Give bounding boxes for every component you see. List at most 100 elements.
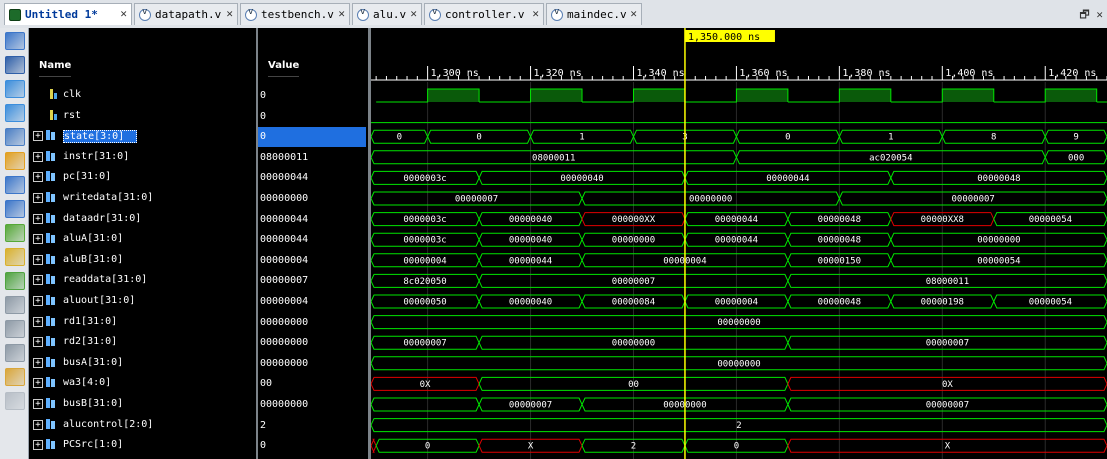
expand-icon[interactable]: +: [33, 193, 43, 203]
window-controls[interactable]: 🗗 ✕: [1079, 6, 1103, 25]
wave-trace-writedata[interactable]: 00000007 00000000 00000007: [371, 191, 1107, 206]
wave-trace-clk[interactable]: [376, 88, 1107, 103]
signal-row-state[interactable]: + state[3:0]: [29, 127, 256, 147]
bus-value-label: 00000084: [612, 298, 655, 308]
expand-icon[interactable]: +: [33, 357, 43, 368]
signal-row-wa3[interactable]: + wa3[4:0]: [29, 374, 256, 394]
wave-trace-alua[interactable]: 0000003c 00000040 00000000 00000044 00000048…: [371, 232, 1107, 247]
wave-trace-instr[interactable]: 08000011 ac020054 000: [371, 150, 1107, 165]
close-icon[interactable]: ✕: [532, 7, 539, 20]
close-icon[interactable]: ✕: [226, 7, 233, 20]
next-transition-icon[interactable]: [5, 248, 25, 266]
close-icon[interactable]: ✕: [630, 7, 637, 20]
wave-trace-rd2[interactable]: 00000007 00000000 00000007: [371, 335, 1107, 350]
wave-trace-aluout[interactable]: 00000050 00000040 00000084 00000004 00000048…: [371, 294, 1107, 309]
wave-trace-pc[interactable]: 0000003c 00000040 00000044 00000048: [371, 170, 1107, 185]
tab-controller-v[interactable]: controller.v ✕: [424, 3, 544, 25]
wave-trace-state[interactable]: 00130189: [371, 129, 1107, 144]
clock-edge: [1096, 101, 1107, 103]
tab-untitled-1[interactable]: Untitled 1* ✕: [4, 3, 132, 25]
wave-trace-readdata[interactable]: 8c020050 00000007 08000011: [371, 273, 1107, 288]
wave-trace-alub[interactable]: 0000000400000044000000040000015000000054: [371, 253, 1107, 268]
bus-value-label: 00000198: [921, 298, 964, 308]
expand-icon[interactable]: +: [33, 296, 43, 306]
bus-value-label: 00000054: [1029, 298, 1072, 308]
waveform-panel[interactable]: 1,300 ns 1,320 ns 1,340 ns 1,360 ns 1,380 ns…: [371, 28, 1107, 459]
wave-trace-busb[interactable]: 000000070000000000000007: [371, 397, 1107, 412]
swap-cursors-icon[interactable]: [5, 344, 25, 362]
next-marker-icon[interactable]: [5, 320, 25, 338]
tab-maindec-v[interactable]: maindec.v✕: [546, 3, 642, 25]
expand-icon[interactable]: +: [33, 172, 43, 183]
go-to-end-icon[interactable]: [5, 200, 25, 218]
signal-row-pc[interactable]: + pc[31:0]: [29, 168, 256, 188]
bus-signal-icon: [46, 274, 58, 285]
go-to-start-icon[interactable]: [5, 176, 25, 194]
tab-alu-v[interactable]: alu.v✕: [352, 3, 422, 25]
expand-icon[interactable]: +: [33, 131, 43, 142]
expand-icon[interactable]: +: [33, 316, 43, 327]
signal-row-readdata[interactable]: + readdata[31:0]: [29, 271, 256, 291]
signal-row-rst[interactable]: rst: [29, 107, 256, 127]
signal-row-writedata[interactable]: + writedata[31:0]: [29, 189, 256, 209]
previous-marker-icon[interactable]: [5, 296, 25, 314]
close-icon[interactable]: ✕: [120, 7, 127, 20]
expand-icon[interactable]: +: [33, 213, 43, 224]
signal-value-text: 2: [260, 419, 267, 431]
expand-icon[interactable]: +: [33, 254, 43, 265]
tab-datapath-v[interactable]: datapath.v ✕: [134, 3, 238, 25]
signal-row-rd1[interactable]: + rd1[31:0]: [29, 313, 256, 333]
tab-testbench-v[interactable]: testbench.v ✕: [240, 3, 350, 25]
expand-icon[interactable]: +: [33, 399, 43, 409]
signal-row-busa[interactable]: + busA[31:0]: [29, 354, 256, 374]
expand-icon[interactable]: +: [33, 151, 43, 162]
signal-row-clk[interactable]: clk: [29, 86, 256, 106]
signal-value-text: 00000004: [260, 296, 309, 307]
save-icon[interactable]: [5, 56, 25, 74]
signal-row-instr[interactable]: + instr[31:0]: [29, 148, 256, 168]
name-column-header[interactable]: Name: [39, 55, 72, 77]
signal-row-pcsrc[interactable]: + PCSrc[1:0]: [29, 436, 256, 456]
bus-value-label: 0: [734, 442, 739, 452]
expand-icon[interactable]: +: [33, 337, 43, 348]
go-to-cursor-icon[interactable]: [5, 152, 25, 170]
zoom-in-icon[interactable]: [5, 80, 25, 98]
expand-icon[interactable]: +: [33, 440, 43, 451]
expand-icon[interactable]: +: [33, 378, 43, 389]
close-icon[interactable]: ✕: [338, 7, 345, 20]
wave-trace-rd1[interactable]: 00000000: [371, 315, 1107, 330]
signal-row-rd2[interactable]: + rd2[31:0]: [29, 333, 256, 353]
zoom-fit-icon[interactable]: [5, 128, 25, 146]
wave-trace-alucontrol[interactable]: 2: [371, 418, 1107, 433]
signal-row-alucontrol[interactable]: + alucontrol[2:0]: [29, 416, 256, 436]
bus-value-label: 0000003c: [403, 236, 446, 246]
signal-row-dataadr[interactable]: + dataadr[31:0]: [29, 210, 256, 230]
time-tick-label: 1,380 ns: [842, 68, 890, 79]
snap-to-transition-icon[interactable]: [5, 368, 25, 386]
signal-row-alua[interactable]: + aluA[31:0]: [29, 230, 256, 250]
bus-value-label: 00000054: [1029, 215, 1072, 225]
waveform-canvas[interactable]: 1,300 ns 1,320 ns 1,340 ns 1,360 ns 1,380 ns…: [371, 28, 1107, 459]
signal-name: aluout[31:0]: [63, 295, 136, 306]
waveform-icon: [9, 8, 21, 21]
expand-icon[interactable]: +: [33, 419, 43, 430]
bus-signal-icon: [46, 356, 58, 367]
close-icon[interactable]: ✕: [410, 7, 417, 20]
expansion-icon[interactable]: [5, 392, 25, 410]
signal-row-busb[interactable]: + busB[31:0]: [29, 395, 256, 415]
float-icon[interactable]: [5, 32, 25, 50]
previous-transition-icon[interactable]: [5, 224, 25, 242]
signal-value: 0: [258, 107, 366, 127]
expand-icon[interactable]: +: [33, 234, 43, 245]
value-column-header[interactable]: Value: [268, 55, 300, 77]
wave-trace-dataadr[interactable]: 0000003c 00000040 000000XX 00000044 00000048…: [371, 212, 1107, 227]
wave-trace-wa3[interactable]: 0X 00 0X: [371, 376, 1107, 391]
wave-trace-busa[interactable]: 00000000: [371, 356, 1107, 371]
zoom-out-icon[interactable]: [5, 104, 25, 122]
signal-row-aluout[interactable]: + aluout[31:0]: [29, 292, 256, 312]
wave-trace-pcsrc[interactable]: 0 X 2 0 X: [371, 438, 1107, 453]
add-marker-icon[interactable]: [5, 272, 25, 290]
signal-row-alub[interactable]: + aluB[31:0]: [29, 251, 256, 271]
expand-icon[interactable]: +: [33, 275, 43, 286]
bus-value-label: 00000044: [715, 215, 758, 225]
